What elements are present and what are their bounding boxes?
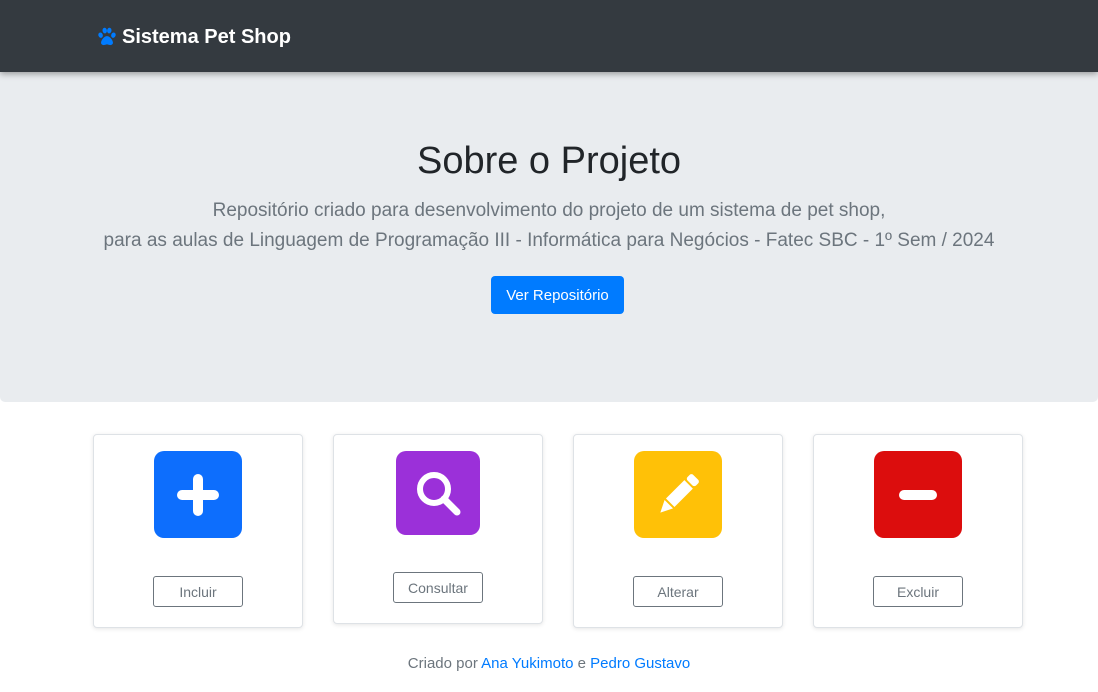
brand-link[interactable]: Sistema Pet Shop — [96, 24, 291, 50]
footer: Criado por Ana Yukimoto e Pedro Gustavo — [0, 655, 1098, 672]
card-incluir: Incluir — [93, 434, 303, 628]
paw-icon — [98, 27, 116, 46]
hero-description-line-1: Repositório criado para desenvolvimento … — [212, 200, 886, 221]
incluir-button[interactable]: Incluir — [153, 576, 243, 607]
navbar: Sistema Pet Shop — [0, 0, 1098, 72]
footer-conjunction: e — [577, 655, 586, 672]
hero-description: Repositório criado para desenvolvimento … — [0, 196, 1098, 256]
pencil-icon[interactable] — [634, 451, 722, 538]
hero-description-line-2: para as aulas de Linguagem de Programaçã… — [103, 230, 995, 251]
author-link-pedro[interactable]: Pedro Gustavo — [590, 655, 690, 672]
search-icon[interactable] — [396, 451, 480, 535]
plus-icon[interactable] — [154, 451, 242, 538]
card-consultar: Consultar — [333, 434, 543, 624]
minus-icon[interactable] — [874, 451, 962, 538]
card-alterar: Alterar — [573, 434, 783, 628]
view-repository-button[interactable]: Ver Repositório — [491, 276, 624, 314]
author-link-ana[interactable]: Ana Yukimoto — [481, 655, 573, 672]
hero-section: Sobre o Projeto Repositório criado para … — [0, 72, 1098, 402]
card-excluir: Excluir — [813, 434, 1023, 628]
alterar-button[interactable]: Alterar — [633, 576, 723, 607]
consultar-button[interactable]: Consultar — [393, 572, 483, 603]
excluir-button[interactable]: Excluir — [873, 576, 963, 607]
page-title: Sobre o Projeto — [416, 140, 682, 182]
footer-prefix: Criado por — [407, 655, 478, 672]
brand-label: Sistema Pet Shop — [122, 25, 291, 48]
